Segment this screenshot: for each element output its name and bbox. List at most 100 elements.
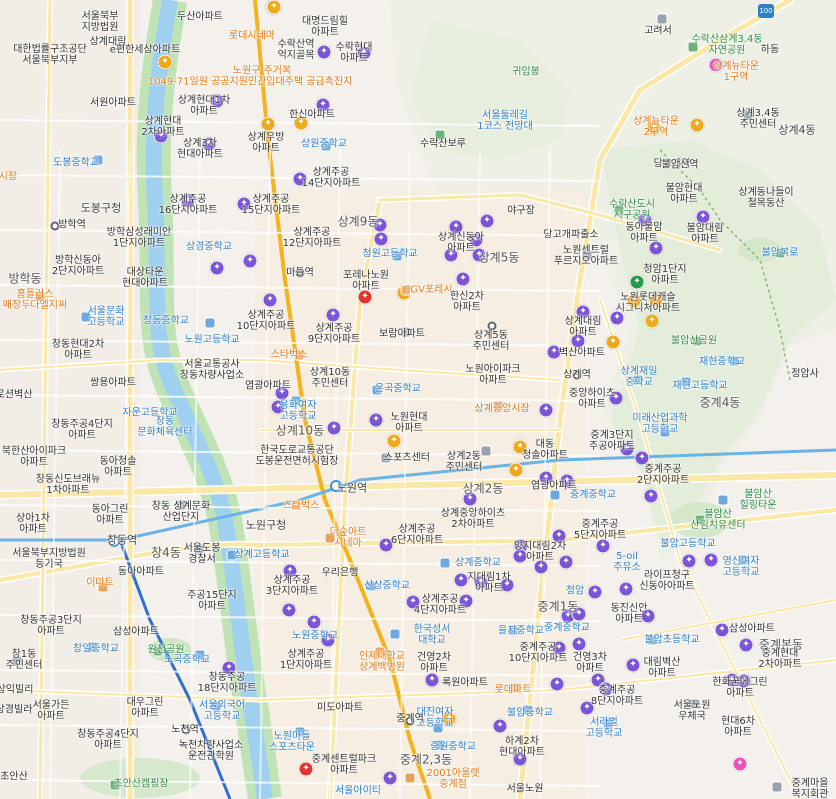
map-label[interactable]: 초안산 [0,772,28,783]
map-label[interactable]: 하계2차 현대아파트 [499,736,545,758]
map-label[interactable]: 대림벽산 아파트 [644,657,681,679]
map-label[interactable]: 동아불암 아파트 [626,222,663,244]
map-label[interactable]: 미래산업과학 고등학교 [632,413,687,435]
redevelopment-marker-icon[interactable]: ✦ [732,756,748,772]
map-label[interactable]: 창동주공4단지 아파트 [51,419,113,441]
map-label[interactable]: 창동주공3단지 아파트 [20,615,82,637]
map-label[interactable]: 서울도봉 경찰서 [184,543,221,565]
map-label[interactable]: 수락산보루 [420,139,466,150]
map-label[interactable]: 상계주공 9단지아파트 [308,323,360,345]
apartment-marker-icon[interactable]: ✦ [242,253,258,269]
map-label[interactable]: 중원중학교 [430,742,476,753]
map-label[interactable]: 상계2동 주민센터 [446,451,483,473]
map-label[interactable]: 노원중학교 [292,631,338,642]
apartment-marker-icon[interactable]: ✦ [262,292,278,308]
map-label[interactable]: 마들역 [286,268,314,279]
apartment-marker-icon[interactable]: ✦ [492,718,508,734]
apartment-marker-icon[interactable]: ✦ [549,676,565,692]
map-label[interactable]: 벽산아파트 [559,348,605,359]
map-label[interactable]: 건영2차 아파트 [417,652,451,674]
map-label[interactable]: 영신여자 고등학교 [723,556,760,578]
map-label[interactable]: 상계역 [563,370,591,381]
commercial-marker-icon[interactable]: ✦ [689,117,705,133]
map-label[interactable]: 중계역 [396,714,424,725]
map-label[interactable]: 재현중학교 [699,357,745,368]
map-label[interactable]: 건영3차 아파트 [573,652,607,674]
map-label[interactable]: 창4동 [151,547,181,559]
building-icon[interactable] [771,781,783,793]
map-label[interactable]: 불암중학교 [507,708,553,719]
map-label[interactable]: 상계중앙시장 [474,404,529,415]
map-label[interactable]: 창동신도브래뉴 1차아파트 [36,474,100,496]
map-label[interactable]: 상계주공 4단지아파트 [414,594,466,616]
map-label[interactable]: 중계2,3동 [400,754,452,766]
apartment-marker-icon[interactable]: ✦ [325,307,341,323]
map-label[interactable]: 상계주공 6단지아파트 [391,524,443,546]
apartment-marker-icon[interactable]: ✦ [538,402,554,418]
map-label[interactable]: 방학동 [8,273,41,285]
map-label[interactable]: 동아그린 아파트 [92,504,129,526]
map-label[interactable]: 중계주공 2단지아파트 [637,464,689,486]
map-label[interactable]: 상경중학교 [186,242,232,253]
map-label[interactable]: CGV포레시 [403,285,452,296]
map-label[interactable]: 노원구 주거복 [233,66,291,77]
map-label[interactable]: 서울노원 [507,784,544,795]
map-label[interactable]: 서울아이티 [335,786,381,797]
map-label[interactable]: 지대림1차 아파트 [467,572,510,594]
map-label[interactable]: 용화여자 고등학교 [280,400,317,422]
map-label[interactable]: 서울가든 아파트 [33,700,70,722]
map-label[interactable]: 상계주공 1단지아파트 [280,649,332,671]
map-label[interactable]: 상계3차 현대아파트 [177,138,223,160]
apartment-marker-icon[interactable]: ✦ [382,770,398,786]
school-icon[interactable] [717,494,729,506]
map-label[interactable]: 노곡중학교 [164,655,210,666]
map-label[interactable]: 상계대림 아파트 [565,316,602,338]
map-label[interactable]: 대한법률구조공단 서울북부지부 [13,44,87,66]
map-label[interactable]: 상계현대1차 아파트 [178,95,230,117]
map-label[interactable]: 노원역 [337,483,367,494]
map-label[interactable]: 동아청솔 아파트 [100,456,137,478]
apartment-marker-icon[interactable]: ✦ [316,44,332,60]
map-label[interactable]: 창일중학교 [73,644,119,655]
map-label[interactable]: 스타벅스 [283,501,320,512]
map-label[interactable]: 중앙하이츠 아파트 [569,388,615,410]
apartment-marker-icon[interactable]: ✦ [738,637,754,653]
map-label[interactable]: 롯데시네마 [229,31,275,42]
commercial-marker-icon[interactable]: ✦ [386,433,402,449]
map-label[interactable]: 상계주공 16단지아파트 [159,194,218,216]
map-label[interactable]: 서울노원 우체국 [674,700,711,722]
map-label[interactable]: 포레나노원 아파트 [343,270,389,292]
map-label[interactable]: 창동중학교 [143,316,189,327]
map-label[interactable]: 불암초등학교 [644,635,699,646]
map-label[interactable]: 롯데마트 [495,685,532,696]
map-label[interactable]: 상계주공 14단지아파트 [302,167,361,189]
map-label[interactable]: 록원아파트 [442,678,488,689]
commercial-marker-icon[interactable]: ✦ [266,0,282,15]
map-label[interactable]: 노천역 [171,725,199,736]
school-icon[interactable] [204,317,216,329]
map-label[interactable]: 창동 상계문화 산업단지 [152,501,210,523]
map-label[interactable]: 재현고등학교 [672,381,727,392]
map-label[interactable]: 창1동 주민센터 [6,649,43,671]
map-label[interactable]: 노원구청 [246,520,286,531]
map-label[interactable]: 중계주공 5단지아파트 [574,519,626,541]
map-label[interactable]: 한신2차 아파트 [450,291,484,313]
map-label[interactable]: 우리은행 [322,568,359,579]
map-label[interactable]: 서울둘레길 1코스 전망대 [477,110,533,132]
commercial-marker-icon[interactable]: ✦ [260,116,276,132]
map-label[interactable]: 방학신동아 2단지아파트 [52,255,104,277]
map-label[interactable]: 중계현대 2차아파트 [758,648,801,670]
map-label[interactable]: 삼성아파트 [113,627,159,638]
map-label[interactable]: 불암현대 아파트 [666,183,703,205]
apartment-marker-icon[interactable]: ✦ [368,412,384,428]
map-label[interactable]: 염광아파트 [245,381,291,392]
apartment-marker-icon[interactable]: ✦ [306,614,322,630]
map-label[interactable]: 상계5동 [479,252,520,264]
map-label[interactable]: 노원마들 스포츠타운 [269,731,315,753]
apartment-marker-icon[interactable]: ✦ [571,636,587,652]
apartment-marker-icon[interactable]: ✦ [373,231,389,247]
map-label[interactable]: e편한세상아파트 [110,45,181,56]
apartment-marker-icon[interactable]: ✦ [681,553,697,569]
map-label[interactable]: 상계중앙하이츠 2차아파트 [441,508,505,530]
map-label[interactable]: 불암산 힐링타운 [740,489,777,511]
